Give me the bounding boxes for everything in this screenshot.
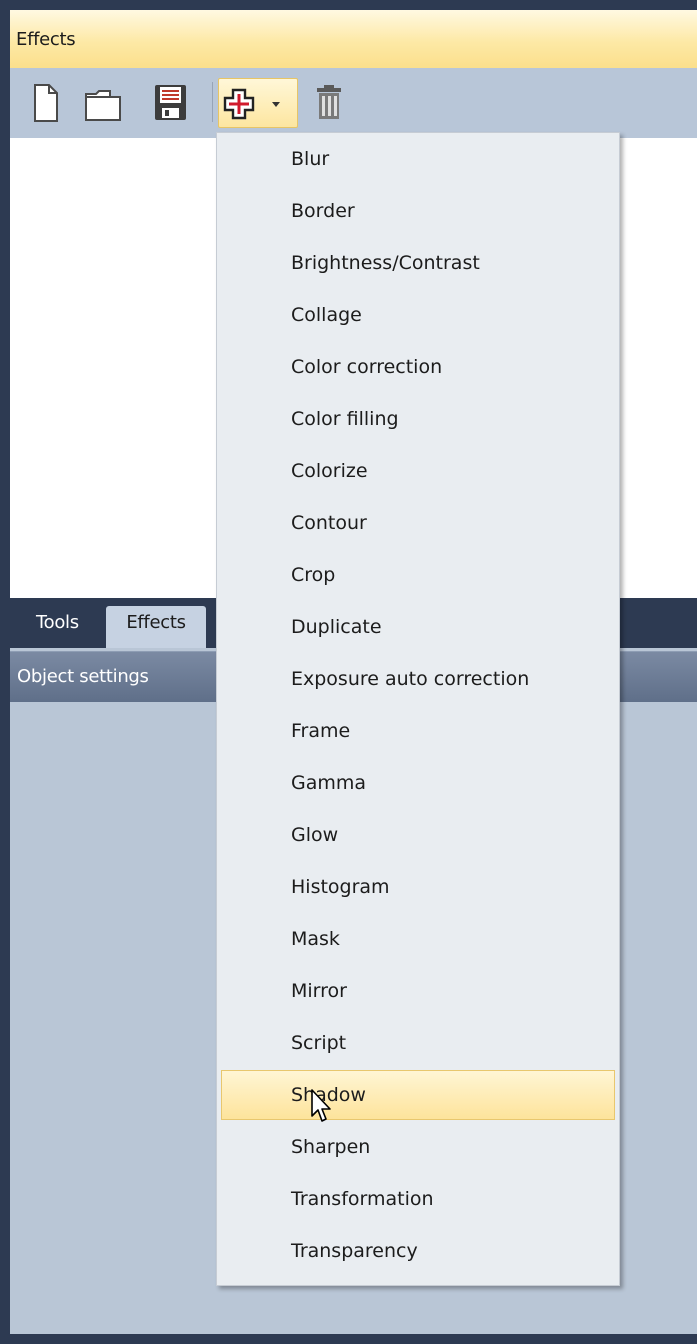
toolbar <box>10 68 697 138</box>
add-effect-dropdown-button[interactable] <box>218 78 298 128</box>
add-effect-menu: Blur Border Brightness/Contrast Collage … <box>216 132 620 1286</box>
menu-item-script[interactable]: Script <box>217 1017 619 1069</box>
delete-button[interactable] <box>308 78 352 126</box>
menu-item-exposure-auto-correction[interactable]: Exposure auto correction <box>217 653 619 705</box>
menu-item-contour[interactable]: Contour <box>217 497 619 549</box>
menu-item-duplicate[interactable]: Duplicate <box>217 601 619 653</box>
open-folder-icon <box>85 90 121 121</box>
menu-item-gamma[interactable]: Gamma <box>217 757 619 809</box>
menu-item-shadow[interactable]: Shadow <box>221 1070 615 1120</box>
menu-item-colorize[interactable]: Colorize <box>217 445 619 497</box>
menu-item-sharpen[interactable]: Sharpen <box>217 1121 619 1173</box>
menu-item-transformation[interactable]: Transformation <box>217 1173 619 1225</box>
menu-item-transparency[interactable]: Transparency <box>217 1225 619 1277</box>
menu-item-mask[interactable]: Mask <box>217 913 619 965</box>
menu-item-brightness-contrast[interactable]: Brightness/Contrast <box>217 237 619 289</box>
menu-item-mirror[interactable]: Mirror <box>217 965 619 1017</box>
open-button[interactable] <box>80 78 124 126</box>
add-effect-icon <box>223 88 255 120</box>
panel-title-bar: Effects <box>10 10 697 69</box>
mouse-cursor-icon <box>311 1089 331 1122</box>
panel-title: Effects <box>16 29 76 50</box>
menu-item-border[interactable]: Border <box>217 185 619 237</box>
menu-item-blur[interactable]: Blur <box>217 133 619 185</box>
save-button[interactable] <box>148 78 192 126</box>
save-icon <box>155 85 186 120</box>
menu-item-crop[interactable]: Crop <box>217 549 619 601</box>
new-button[interactable] <box>22 78 66 126</box>
menu-item-histogram[interactable]: Histogram <box>217 861 619 913</box>
menu-item-collage[interactable]: Collage <box>217 289 619 341</box>
toolbar-separator <box>212 82 213 122</box>
trash-icon <box>317 85 341 119</box>
menu-item-color-filling[interactable]: Color filling <box>217 393 619 445</box>
tab-effects[interactable]: Effects <box>106 606 206 648</box>
menu-item-glow[interactable]: Glow <box>217 809 619 861</box>
new-document-icon <box>34 84 58 122</box>
tab-tools[interactable]: Tools <box>30 606 85 648</box>
chevron-down-icon <box>272 102 280 107</box>
menu-item-frame[interactable]: Frame <box>217 705 619 757</box>
menu-item-color-correction[interactable]: Color correction <box>217 341 619 393</box>
object-settings-title: Object settings <box>17 666 149 687</box>
